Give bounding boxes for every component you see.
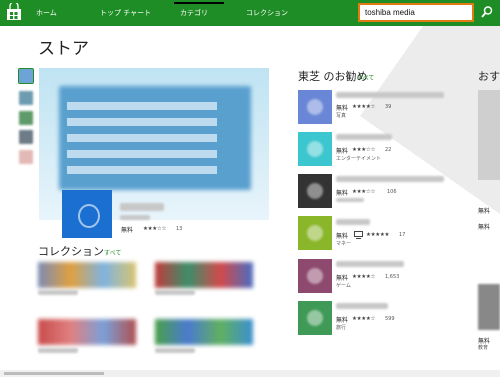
hero-detail	[67, 118, 217, 126]
nav-categories[interactable]: カテゴリ	[180, 8, 208, 18]
app-name-blurred	[336, 176, 444, 182]
app-rating-count: 599	[385, 316, 395, 322]
active-nav-indicator	[174, 2, 224, 4]
app-price: 無料	[336, 190, 349, 197]
app-rating-stars: ★★★★☆	[352, 104, 376, 110]
hero-thumbnail[interactable]	[19, 91, 33, 105]
app-name-blurred	[336, 92, 444, 98]
app-tile-icon[interactable]	[298, 259, 332, 293]
store-bag-icon[interactable]	[6, 3, 22, 21]
app-rating-count: 17	[399, 232, 406, 238]
top-nav-bar: ホーム トップ チャート カテゴリ コレクション toshiba media	[0, 0, 500, 26]
hero-detail	[67, 150, 217, 158]
hero-thumbnail[interactable]	[18, 68, 34, 84]
right-app-price: 無料	[478, 208, 491, 215]
right-app-image[interactable]	[478, 90, 500, 180]
hero-thumbnail[interactable]	[19, 150, 33, 164]
right-app-category: 教育	[478, 345, 489, 351]
featured-rating-stars: ★★★☆☆	[143, 226, 167, 232]
store-content: ストア 無料 ★★★☆☆ 13 コレクション すべて 東芝 のお勧め すべて 無…	[0, 26, 500, 377]
right-app-image[interactable]	[478, 284, 500, 330]
right-section-title[interactable]: おす	[478, 68, 500, 84]
featured-rating-count: 13	[176, 226, 183, 232]
app-glyph	[307, 225, 323, 241]
horizontal-scrollbar[interactable]	[0, 370, 500, 377]
app-tile-icon[interactable]	[298, 90, 332, 124]
collection-tile[interactable]	[38, 319, 136, 345]
app-tile-icon[interactable]	[298, 301, 332, 335]
nav-collections[interactable]: コレクション	[246, 8, 288, 18]
app-glyph	[307, 310, 323, 326]
search-input[interactable]: toshiba media	[358, 3, 474, 22]
hero-detail	[67, 102, 217, 110]
app-tile-icon[interactable]	[298, 132, 332, 166]
collection-see-all-link[interactable]: すべて	[104, 248, 121, 257]
collection-section-title[interactable]: コレクション	[38, 243, 104, 259]
app-rating-stars: ★★★☆☆	[352, 189, 376, 195]
app-rating-stars: ★★★★☆	[352, 274, 376, 280]
app-price: 無料	[336, 275, 349, 282]
collection-tile[interactable]	[38, 262, 136, 288]
collection-tile-caption	[38, 290, 78, 295]
search-input-value[interactable]: toshiba media	[365, 8, 415, 17]
collection-tile-caption	[38, 348, 78, 353]
app-name-blurred	[336, 219, 370, 225]
collection-tile[interactable]	[155, 319, 253, 345]
app-name-blurred	[336, 261, 404, 267]
app-name-blurred	[336, 303, 388, 309]
app-name-blurred	[336, 134, 392, 140]
app-rating-count: 22	[385, 147, 392, 153]
hero-thumbnail[interactable]	[19, 130, 33, 144]
app-price: 無料	[336, 317, 349, 324]
app-tile-icon[interactable]	[298, 174, 332, 208]
app-category: 写真	[336, 113, 347, 119]
app-glyph	[307, 183, 323, 199]
app-category: 旅行	[336, 325, 347, 331]
app-price: 無料	[336, 148, 349, 155]
app-tile-icon[interactable]	[298, 216, 332, 250]
app-rating-count: 106	[387, 189, 397, 195]
collection-tile-caption	[155, 348, 195, 353]
app-rating-count: 39	[385, 104, 392, 110]
featured-price: 無料	[121, 227, 134, 234]
app-rating-stars: ★★★★☆	[352, 316, 376, 322]
nav-top-charts[interactable]: トップ チャート	[100, 8, 151, 18]
hero-detail	[67, 166, 217, 174]
page-title: ストア	[38, 39, 89, 59]
featured-app-name-blurred	[120, 203, 164, 211]
app-price: 無料	[336, 105, 349, 112]
device-compatible-icon	[354, 231, 363, 239]
hero-detail	[67, 134, 217, 142]
app-glyph	[307, 99, 323, 115]
app-rating-count: 1,653	[385, 274, 400, 280]
nav-home[interactable]: ホーム	[36, 8, 57, 18]
app-rating-stars: ★★★☆☆	[352, 147, 376, 153]
right-app-price: 無料	[478, 224, 491, 231]
featured-app-icon[interactable]	[62, 190, 112, 238]
search-icon[interactable]	[480, 5, 494, 19]
collection-tile-caption	[155, 290, 195, 295]
featured-app-publisher-blurred	[120, 215, 150, 220]
app-category: エンターテイメント	[336, 156, 382, 162]
toshiba-see-all-link[interactable]: すべて	[357, 73, 374, 82]
app-category: ゲーム	[336, 283, 351, 289]
scrollbar-thumb[interactable]	[4, 372, 104, 375]
hero-thumbnail[interactable]	[19, 111, 33, 125]
app-category-blurred	[336, 198, 364, 202]
app-glyph	[307, 141, 323, 157]
app-price: 無料	[336, 233, 349, 240]
collection-tile[interactable]	[155, 262, 253, 288]
app-rating-stars: ★★★★★	[366, 232, 390, 238]
app-glyph	[307, 268, 323, 284]
app-category: マネー	[336, 241, 352, 247]
